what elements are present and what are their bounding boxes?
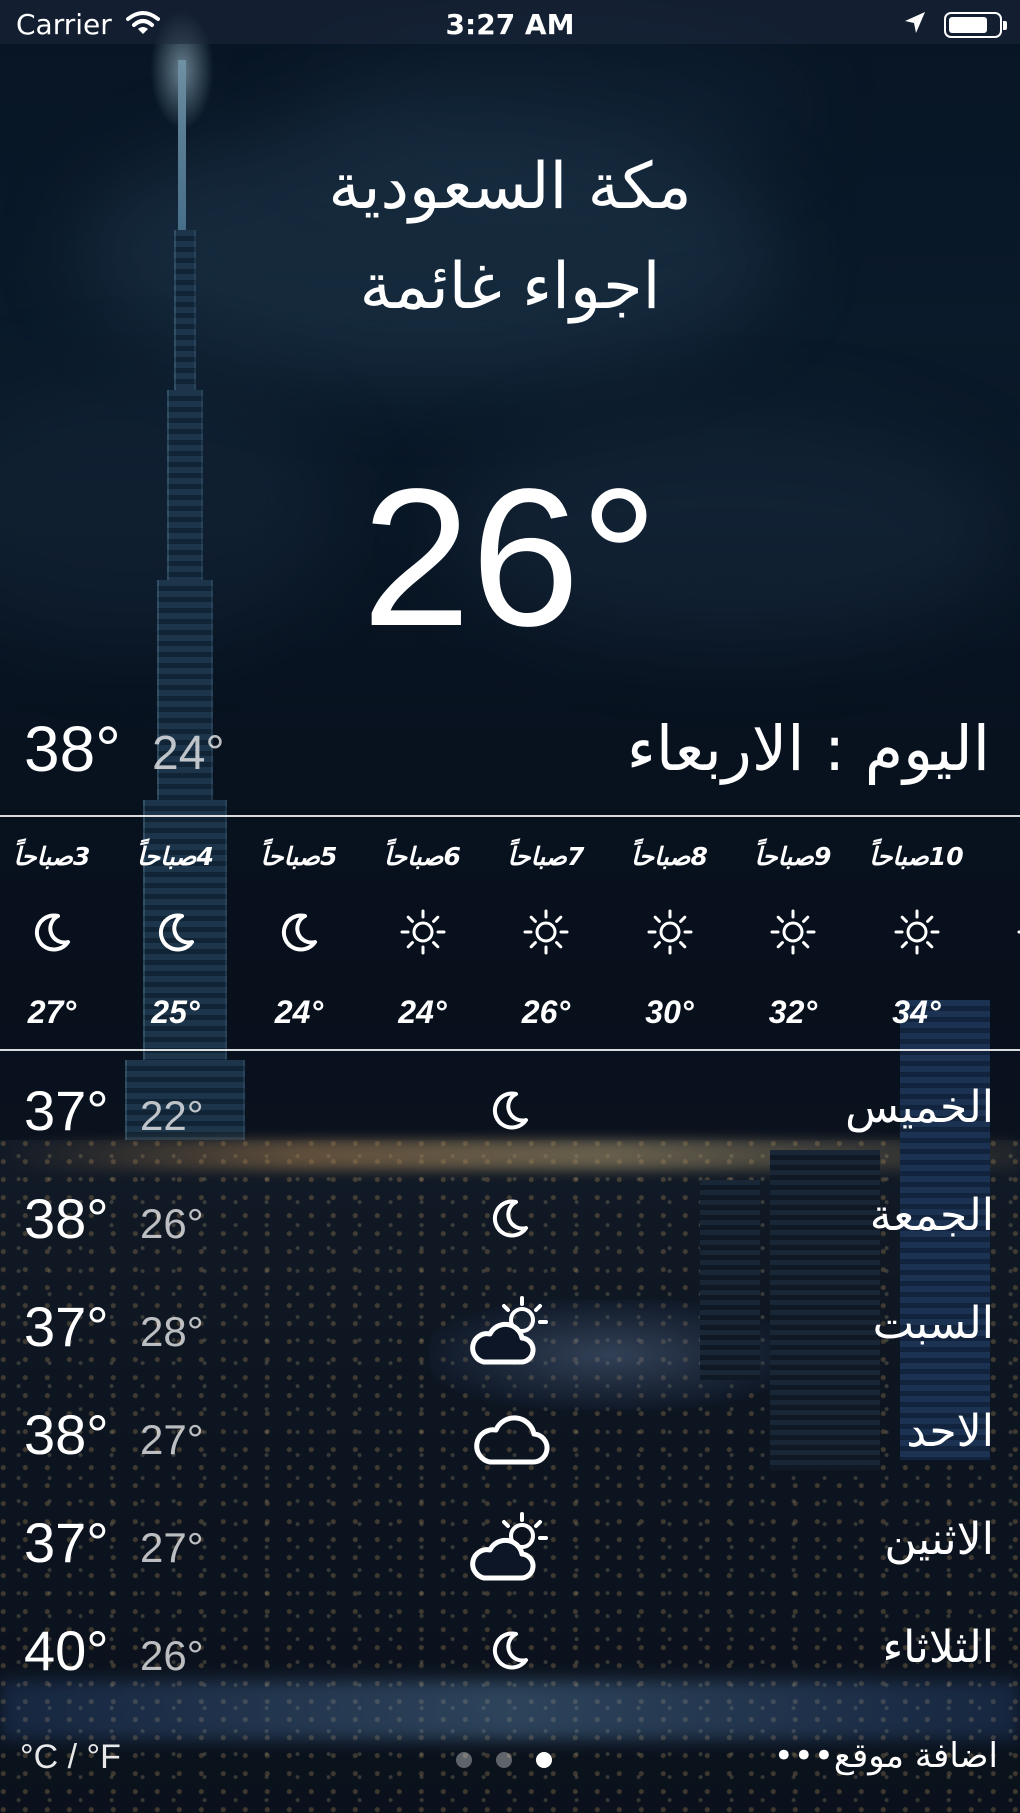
daily-high-temp: 37° (24, 1511, 109, 1574)
city-name: مكة السعودية (328, 150, 692, 224)
page-indicator[interactable] (456, 1750, 566, 1770)
hourly-time: 9صباحاً (754, 842, 832, 871)
daily-high-temp: 38° (24, 1403, 109, 1466)
moon-icon (486, 1194, 534, 1242)
hourly-temp: 32° (768, 994, 818, 1030)
hourly-temp: 24° (274, 994, 324, 1030)
hourly-item: 4صباحاً 25° (114, 818, 238, 1048)
daily-row: 37° 22° الخميس (0, 1060, 1020, 1160)
hourly-item: 7صباحاً 26° (484, 818, 608, 1048)
hourly-forecast[interactable]: 3صباحاً 27° 4صباحاً 25° 5صباحاً 24° 6صباحاً 24°… (0, 818, 1020, 1048)
hourly-item: 9صباحاً 32° (731, 818, 855, 1048)
divider-top (0, 815, 1020, 817)
unit-toggle-button[interactable]: °C / °F (20, 1738, 121, 1777)
partly-cloudy-icon (468, 1292, 554, 1368)
daily-row: 40° 26° الثلاثاء (0, 1600, 1020, 1700)
daily-row: 37° 28° السبت (0, 1276, 1020, 1376)
daily-day-name: الاحد (906, 1406, 994, 1457)
divider-bottom (0, 1049, 1020, 1051)
daily-row: 38° 27° الاحد (0, 1384, 1020, 1484)
daily-day-name: السبت (872, 1298, 994, 1349)
daily-low-temp: 27° (140, 1416, 204, 1463)
today-label: اليوم : الاربعاء (626, 712, 990, 785)
cloud-icon (468, 1400, 554, 1476)
today-low-temp: 24° (152, 727, 225, 780)
daily-low-temp: 22° (140, 1092, 204, 1139)
daily-row: 37° 27° الاثنين (0, 1492, 1020, 1592)
add-location-button[interactable]: اضافة موقع••• (774, 1736, 998, 1776)
hourly-time: 4صباحاً (137, 842, 214, 871)
hourly-temp: 25° (151, 994, 200, 1030)
daily-high-temp: 37° (24, 1295, 109, 1358)
current-temperature: 26° (361, 448, 659, 667)
location-arrow-icon (902, 10, 928, 36)
clock: 3:27 AM (445, 8, 575, 41)
sun-icon (893, 908, 941, 956)
hourly-temp: 34° (892, 994, 941, 1030)
page-dot[interactable] (536, 1752, 552, 1768)
hourly-item: 5صباحاً 24° (237, 818, 361, 1048)
daily-low-temp: 26° (140, 1200, 204, 1247)
page-dot[interactable] (456, 1752, 472, 1768)
hourly-item: 6صباحاً 24° (361, 818, 485, 1048)
moon-icon (275, 908, 323, 956)
daily-low-temp: 27° (140, 1524, 204, 1571)
hourly-time: 5صباحاً (260, 842, 338, 871)
today-high-temp: 38° (24, 713, 121, 785)
moon-icon (28, 908, 76, 956)
moon-icon (486, 1626, 534, 1674)
daily-low-temp: 26° (140, 1632, 204, 1679)
hourly-temp: 24° (398, 994, 447, 1030)
sun-icon (769, 908, 817, 956)
hourly-temp: 26° (521, 994, 571, 1030)
battery-icon (944, 12, 1007, 38)
sun-icon (1016, 908, 1020, 956)
weather-condition: اجواء غائمة (359, 250, 661, 324)
daily-high-temp: 37° (24, 1079, 109, 1142)
today-summary: 38° 24° اليوم : الاربعاء (0, 712, 1020, 792)
daily-high-temp: 38° (24, 1187, 109, 1250)
hourly-time: احاً (978, 842, 1020, 871)
daily-day-name: الخميس (845, 1082, 994, 1133)
hourly-temp: 3 (978, 994, 1020, 1031)
hourly-item: 10صباحاً 34° (855, 818, 979, 1048)
daily-row: 38° 26° الجمعة (0, 1168, 1020, 1268)
daily-low-temp: 28° (140, 1308, 204, 1355)
sun-icon (646, 908, 694, 956)
hourly-temp: 27° (27, 994, 77, 1030)
daily-day-name: الاثنين (884, 1514, 994, 1565)
hourly-time: 8صباحاً (631, 842, 708, 871)
hourly-item: 8صباحاً 30° (608, 818, 732, 1048)
hourly-temp: 30° (645, 994, 694, 1030)
sun-icon (399, 908, 447, 956)
hourly-time: 10صباحاً (869, 842, 964, 871)
hourly-item: 3صباحاً 27° (0, 818, 114, 1048)
moon-icon (152, 908, 200, 956)
moon-icon (486, 1086, 534, 1134)
hourly-item: احاً 3 (978, 818, 1020, 1048)
sun-icon (522, 908, 570, 956)
hourly-time: 3صباحاً (13, 842, 91, 871)
hourly-time: 6صباحاً (384, 842, 461, 871)
hourly-time: 7صباحاً (507, 842, 585, 871)
partly-cloudy-icon (468, 1508, 554, 1584)
daily-day-name: الثلاثاء (882, 1622, 994, 1673)
page-dot[interactable] (496, 1752, 512, 1768)
daily-day-name: الجمعة (869, 1190, 994, 1241)
status-bar: Carrier 3:27 AM (0, 0, 1020, 44)
daily-high-temp: 40° (24, 1619, 109, 1682)
